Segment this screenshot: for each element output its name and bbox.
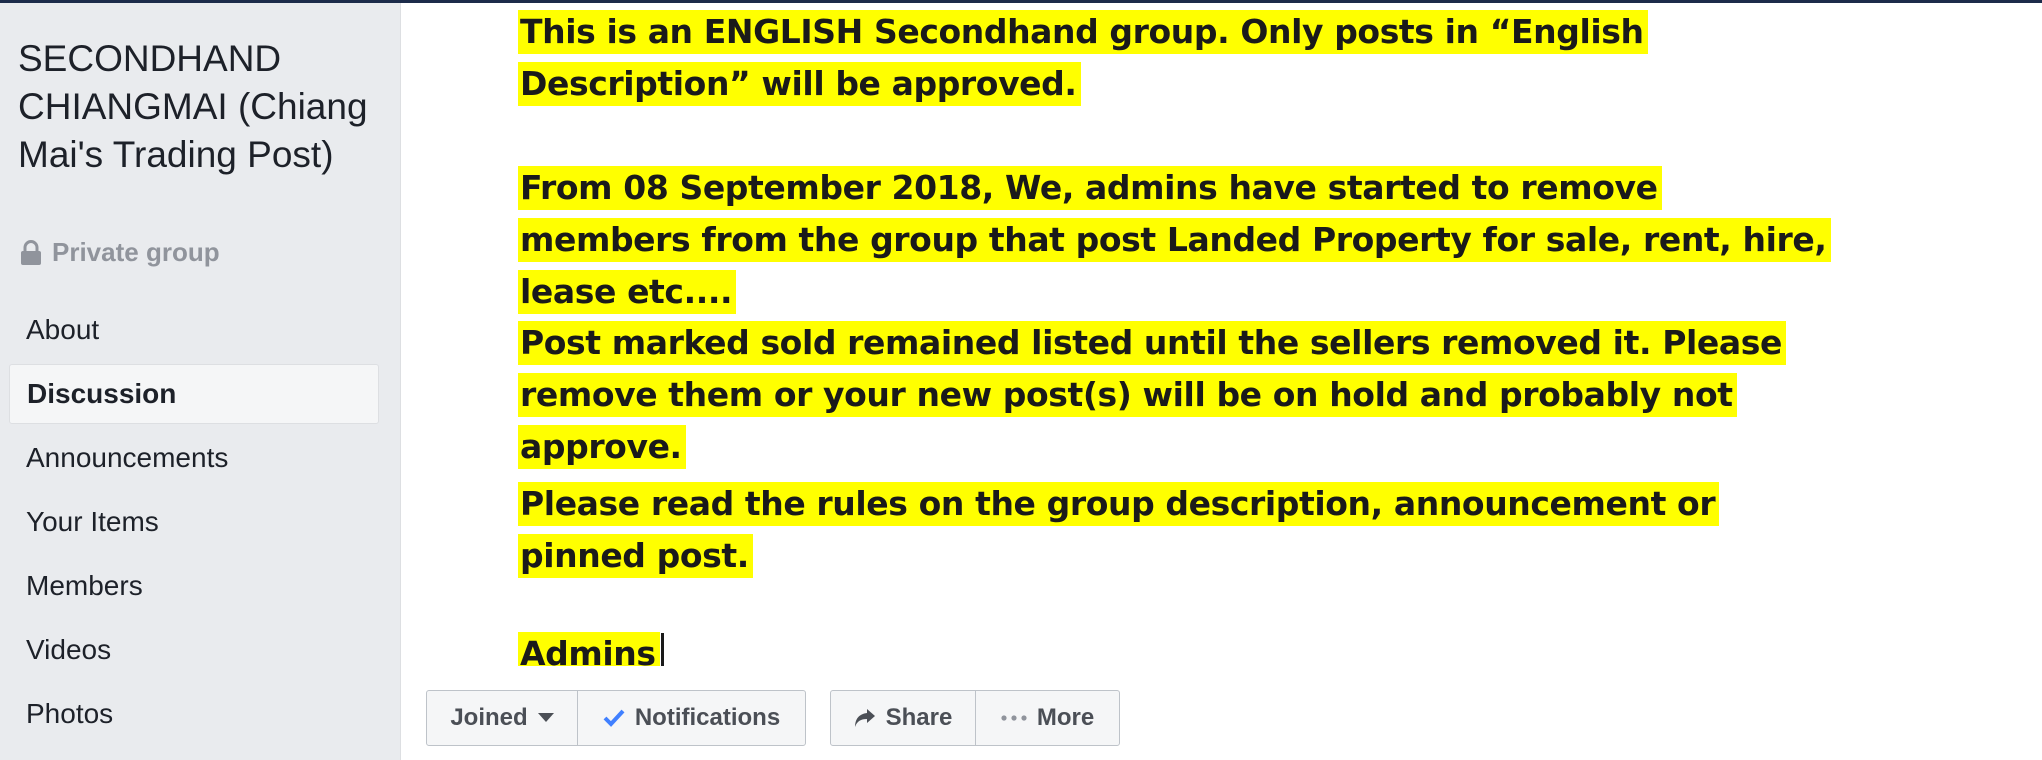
cover-paragraph: This is an ENGLISH Secondhand group. Onl… [518,6,1838,110]
sidebar-item-label: Your Items [26,506,159,537]
sidebar-item-about[interactable]: About [9,300,379,360]
sidebar-item-label: Discussion [27,378,177,409]
cover-text: Please read the rules on the group descr… [518,482,1720,578]
more-label: More [1036,704,1095,731]
notifications-button[interactable]: Notifications [577,690,806,746]
chevron-down-icon [537,713,554,722]
cover-text: From 08 September 2018, We, admins have … [518,166,1831,314]
cover-signature: Admins [518,628,1118,666]
sidebar-item-announcements[interactable]: Announcements [9,428,379,488]
lock-icon [21,239,41,265]
joined-label: Joined [450,704,528,731]
more-button[interactable]: More [975,690,1120,746]
sidebar-item-videos[interactable]: Videos [9,620,379,680]
ellipsis-icon [1001,715,1027,721]
checkmark-icon [603,709,625,727]
share-button[interactable]: Share [830,690,976,746]
sidebar-item-discussion[interactable]: Discussion [9,364,379,424]
sidebar-item-members[interactable]: Members [9,556,379,616]
cover-paragraph: Post marked sold remained listed until t… [518,317,1838,473]
sidebar-item-label: About [26,314,100,345]
privacy-label: Private group [52,237,220,267]
sidebar-item-photos[interactable]: Photos [9,684,379,744]
share-label: Share [885,704,953,731]
text-cursor [660,633,664,666]
privacy-indicator: Private group [20,237,220,268]
share-arrow-icon [854,709,875,727]
group-sidebar: SECONDHAND CHIANGMAI (Chiang Mai's Tradi… [0,3,401,760]
cover-photo: This is an ENGLISH Secondhand group. Onl… [402,3,2042,666]
cover-text: Admins [518,632,660,666]
group-nav: About Discussion Announcements Your Item… [9,300,379,748]
cover-paragraph: From 08 September 2018, We, admins have … [518,162,1838,318]
cover-paragraph: Please read the rules on the group descr… [518,478,1838,582]
sidebar-item-label: Videos [26,634,112,665]
notifications-label: Notifications [634,704,781,731]
sidebar-item-your-items[interactable]: Your Items [9,492,379,552]
joined-button[interactable]: Joined [426,690,578,746]
sidebar-item-label: Members [26,570,143,601]
cover-text: Post marked sold remained listed until t… [518,321,1786,469]
sidebar-item-label: Announcements [26,442,229,473]
group-title[interactable]: SECONDHAND CHIANGMAI (Chiang Mai's Tradi… [18,35,388,179]
sidebar-item-label: Photos [26,698,114,729]
cover-text: This is an ENGLISH Secondhand group. Onl… [518,10,1648,106]
